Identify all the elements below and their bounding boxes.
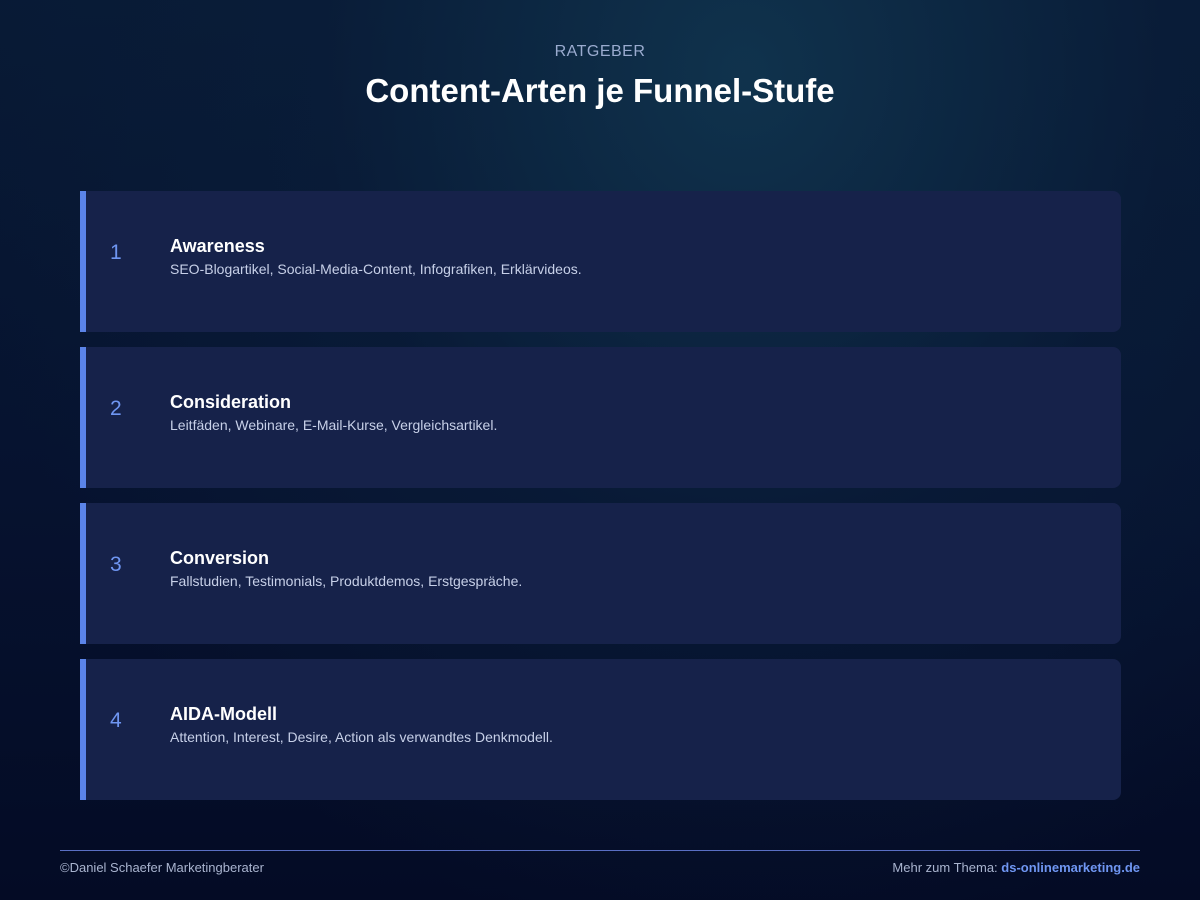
footer-more-info: Mehr zum Thema: ds-onlinemarketing.de xyxy=(892,860,1140,875)
stage-list: 1 Awareness SEO-Blogartikel, Social-Medi… xyxy=(80,191,1121,815)
stage-card-consideration: 2 Consideration Leitfäden, Webinare, E-M… xyxy=(80,347,1121,488)
footer-copyright: ©Daniel Schaefer Marketingberater xyxy=(60,860,264,875)
stage-title: Consideration xyxy=(170,392,292,412)
stage-title: Awareness xyxy=(170,236,265,256)
stage-description: Fallstudien, Testimonials, Produktdemos,… xyxy=(170,573,523,589)
footer-more-label: Mehr zum Thema: xyxy=(892,860,998,875)
footer-divider xyxy=(60,850,1140,851)
stage-card-conversion: 3 Conversion Fallstudien, Testimonials, … xyxy=(80,503,1121,644)
stage-title: AIDA-Modell xyxy=(170,704,277,724)
stage-number: 2 xyxy=(110,397,122,420)
stage-number: 1 xyxy=(110,241,122,264)
stage-description: Attention, Interest, Desire, Action als … xyxy=(170,729,553,745)
stage-number: 3 xyxy=(110,553,122,576)
eyebrow-label: RATGEBER xyxy=(554,43,646,60)
stage-title: Conversion xyxy=(170,548,270,568)
footer-website-link[interactable]: ds-onlinemarketing.de xyxy=(1001,860,1140,875)
stage-card-awareness: 1 Awareness SEO-Blogartikel, Social-Medi… xyxy=(80,191,1121,332)
stage-description: SEO-Blogartikel, Social-Media-Content, I… xyxy=(170,261,582,277)
stage-description: Leitfäden, Webinare, E-Mail-Kurse, Vergl… xyxy=(170,417,498,433)
page-title: Content-Arten je Funnel-Stufe xyxy=(365,72,835,109)
stage-card-aida-model: 4 AIDA-Modell Attention, Interest, Desir… xyxy=(80,659,1121,800)
stage-number: 4 xyxy=(110,709,122,732)
